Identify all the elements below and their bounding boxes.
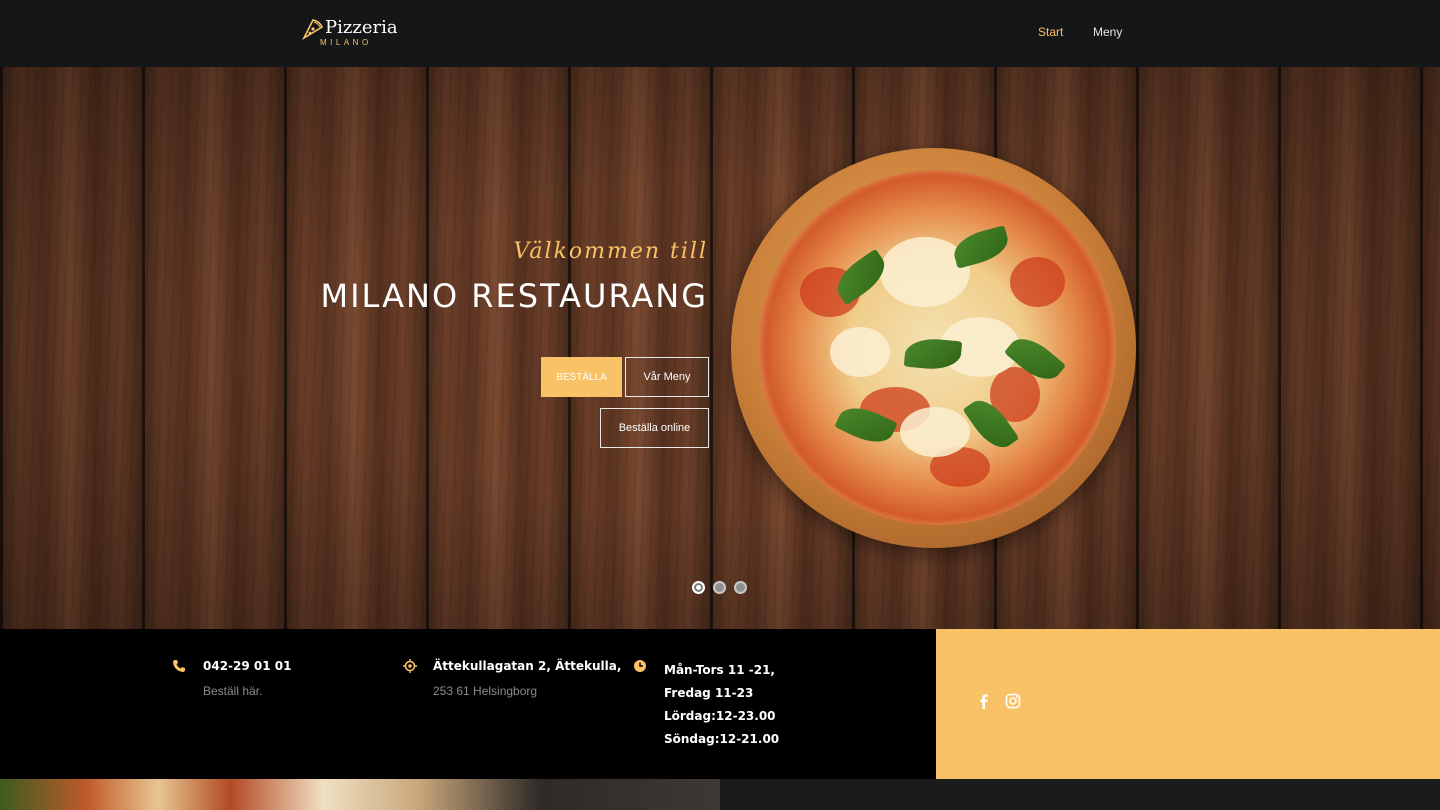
clock-icon xyxy=(634,660,646,672)
top-navbar: Pizzeria MILANO Start Meny xyxy=(0,0,1440,67)
hero-welcome: Välkommen till xyxy=(513,239,708,264)
hours-line: Mån-Tors 11 -21, xyxy=(664,663,775,677)
hours-line: Lördag:12-23.00 xyxy=(664,709,776,723)
dark-section xyxy=(720,779,1440,810)
phone-icon xyxy=(173,660,185,672)
logo-subtitle: MILANO xyxy=(320,38,372,47)
logo-name: Pizzeria xyxy=(325,17,398,38)
our-menu-button[interactable]: Vår Meny xyxy=(625,357,709,397)
opening-hours: Mån-Tors 11 -21, Fredag 11-23 Lördag:12-… xyxy=(664,659,779,751)
slider-dots xyxy=(692,581,747,594)
slider-dot-3[interactable] xyxy=(734,581,747,594)
address-city: 253 61 Helsingborg xyxy=(433,684,538,698)
location-icon xyxy=(403,659,417,673)
pizza-slice-icon xyxy=(302,19,324,40)
address-street: Ättekullagatan 2, Ättekulla, xyxy=(433,659,622,673)
hero-slider: Välkommen till MILANO RESTAURANG BESTÄLL… xyxy=(0,67,1440,629)
social-panel xyxy=(936,629,1440,779)
slider-dot-2[interactable] xyxy=(713,581,726,594)
facebook-icon[interactable] xyxy=(976,693,992,709)
contact-info-bar: 042-29 01 01 Beställ här. Ättekullagatan… xyxy=(0,629,936,779)
phone-number[interactable]: 042-29 01 01 xyxy=(203,659,291,673)
instagram-icon[interactable] xyxy=(1005,693,1021,709)
nav-link-meny[interactable]: Meny xyxy=(1093,25,1122,39)
nav-link-start[interactable]: Start xyxy=(1038,25,1063,39)
food-image-strip xyxy=(0,779,720,810)
hero-title: MILANO RESTAURANG xyxy=(320,277,708,315)
hours-line: Söndag:12-21.00 xyxy=(664,732,780,746)
order-button[interactable]: BESTÄLLA xyxy=(541,357,622,397)
phone-note: Beställ här. xyxy=(203,684,263,698)
slider-dot-1[interactable] xyxy=(692,581,705,594)
hours-line: Fredag 11-23 xyxy=(664,686,754,700)
logo[interactable]: Pizzeria MILANO xyxy=(302,16,398,48)
order-online-button[interactable]: Beställa online xyxy=(600,408,709,448)
